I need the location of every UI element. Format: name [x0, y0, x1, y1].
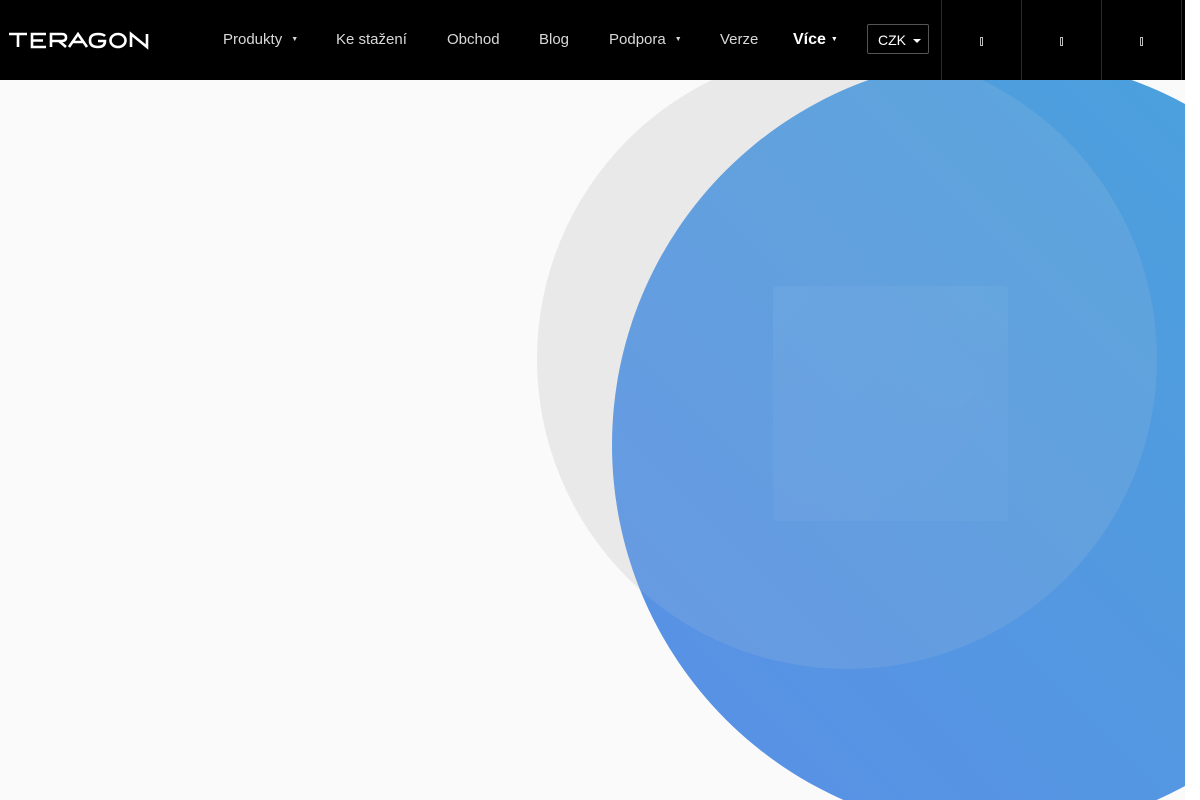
hero-graphic [537, 80, 1200, 800]
user-icon [1060, 37, 1063, 46]
account-button[interactable] [1021, 0, 1101, 80]
cart-button[interactable] [1101, 0, 1181, 80]
nav-item-obchod[interactable]: Obchod [447, 0, 500, 80]
nav-item-label: Ke stažení [336, 31, 407, 48]
nav-item-ke-stazeni[interactable]: Ke stažení [336, 0, 407, 80]
nav-item-podpora[interactable]: Podpora ▼ [609, 0, 682, 80]
placeholder-square-shape [773, 286, 1008, 521]
search-icon [980, 37, 983, 46]
hero-section [0, 80, 1200, 800]
scrollbar-gutter [1185, 0, 1200, 800]
teragon-logo[interactable] [8, 27, 150, 53]
chevron-down-icon: ▼ [291, 36, 299, 44]
nav-item-label: Podpora [609, 31, 666, 48]
chevron-down-icon: ▼ [674, 36, 682, 44]
teragon-logo-mark [9, 31, 149, 50]
currency-select[interactable]: CZK [867, 24, 929, 54]
currency-value: CZK [878, 32, 906, 48]
nav-item-verze[interactable]: Verze [720, 0, 758, 80]
nav-item-label: Blog [539, 31, 570, 48]
nav-item-label: Produkty [223, 31, 283, 48]
nav-item-label: Více [793, 31, 826, 49]
cart-icon [1140, 37, 1143, 46]
search-button[interactable] [941, 0, 1021, 80]
nav-item-blog[interactable]: Blog [539, 0, 569, 80]
nav-item-produkty[interactable]: Produkty ▼ [223, 0, 298, 80]
caret-down-icon [913, 39, 921, 43]
page: Produkty ▼ Ke stažení Obchod Blog Podpora… [0, 0, 1200, 800]
navbar-divider [1181, 0, 1182, 80]
top-navbar: Produkty ▼ Ke stažení Obchod Blog Podpora… [0, 0, 1200, 80]
chevron-down-icon: ▼ [830, 36, 838, 43]
nav-item-vice[interactable]: Více ▼ [793, 0, 838, 80]
nav-item-label: Obchod [447, 31, 500, 48]
nav-item-label: Verze [720, 31, 759, 48]
